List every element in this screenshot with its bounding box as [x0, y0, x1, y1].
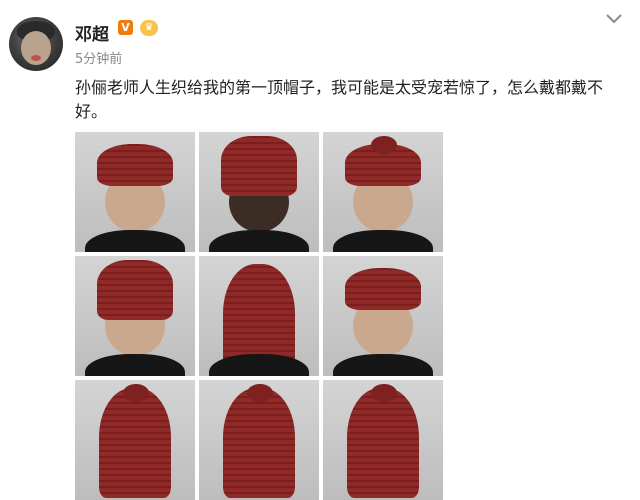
verified-badge-icon: V [118, 20, 133, 35]
grid-image-3[interactable] [323, 132, 443, 252]
chevron-down-icon[interactable] [600, 12, 628, 32]
post-timestamp[interactable]: 5分钟前 [75, 48, 122, 67]
grid-image-6[interactable] [323, 256, 443, 376]
grid-image-9[interactable] [323, 380, 443, 500]
grid-image-8[interactable] [199, 380, 319, 500]
grid-image-2[interactable] [199, 132, 319, 252]
post-text: 孙俪老师人生织给我的第一顶帽子，我可能是太受宠若惊了，怎么戴都戴不好。 [75, 78, 604, 121]
level-badge-icon: ♛ [140, 20, 158, 36]
avatar-mouth [31, 55, 41, 61]
grid-image-7[interactable] [75, 380, 195, 500]
grid-image-1[interactable] [75, 132, 195, 252]
grid-image-5[interactable] [199, 256, 319, 376]
avatar[interactable] [9, 17, 63, 71]
grid-image-4[interactable] [75, 256, 195, 376]
username[interactable]: 邓超 [75, 20, 109, 45]
